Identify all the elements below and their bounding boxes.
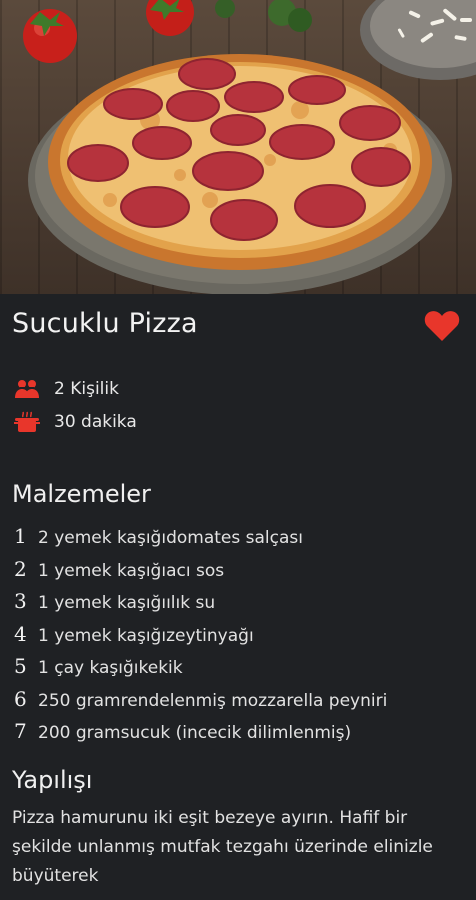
ingredient-number: 2 (14, 556, 27, 581)
ingredient-number: 4 (14, 621, 27, 646)
recipe-meta: 2 Kişilik 30 dakika (0, 370, 476, 480)
ingredient-text: 2 yemek kaşığıdomates salçası (38, 528, 303, 548)
recipe-title: Sucuklu Pizza (12, 308, 198, 339)
list-item: 5 1 çay kaşığıkekik (12, 654, 476, 687)
preparation-text: Pizza hamurunu iki eşit bezeye ayırın. H… (12, 807, 433, 886)
ingredients-title: Malzemeler (12, 480, 151, 508)
preparation-title: Yapılışı (12, 765, 93, 794)
duration-row: 30 dakika (14, 411, 137, 433)
ingredient-text: 1 yemek kaşığızeytinyağı (38, 625, 254, 646)
list-item: 7 200 gramsucuk (incecik dilimlenmiş) (12, 719, 476, 752)
preparation-section: Yapılışı (0, 766, 476, 794)
ingredient-number: 3 (14, 589, 27, 613)
recipe-image (0, 0, 476, 294)
people-icon (15, 380, 39, 398)
ingredient-number: 5 (14, 654, 27, 678)
ingredients-list: 1 2 yemek kaşığıdomates salçası 2 1 yeme… (12, 524, 476, 752)
list-item: 3 1 yemek kaşığıılık su (12, 589, 476, 622)
ingredient-number: 1 (14, 524, 27, 548)
duration-text: 30 dakika (54, 412, 137, 432)
list-item: 2 1 yemek kaşığıacı sos (12, 557, 476, 590)
list-item: 6 250 gramrendelenmiş mozzarella peyniri (12, 687, 476, 720)
ingredient-text: 200 gramsucuk (incecik dilimlenmiş) (38, 723, 352, 743)
heart-icon[interactable] (424, 310, 460, 342)
list-item: 1 2 yemek kaşığıdomates salçası (12, 524, 476, 557)
ingredient-text: 1 çay kaşığıkekik (38, 658, 183, 678)
ingredient-number: 7 (14, 719, 27, 743)
title-row: Sucuklu Pizza (0, 294, 476, 370)
ingredient-text: 1 yemek kaşığıılık su (38, 593, 216, 613)
ingredient-text: 250 gramrendelenmiş mozzarella peyniri (38, 690, 388, 711)
cooking-pot-icon (14, 411, 40, 432)
pizza-illustration (23, 0, 476, 294)
servings-text: 2 Kişilik (54, 379, 119, 399)
servings-row: 2 Kişilik (14, 378, 119, 400)
ingredient-number: 6 (14, 686, 27, 711)
list-item: 4 1 yemek kaşığızeytinyağı (12, 622, 476, 655)
ingredient-text: 1 yemek kaşığıacı sos (38, 560, 225, 581)
ingredients-section: Malzemeler 1 2 yemek kaşığıdomates salça… (0, 480, 476, 752)
